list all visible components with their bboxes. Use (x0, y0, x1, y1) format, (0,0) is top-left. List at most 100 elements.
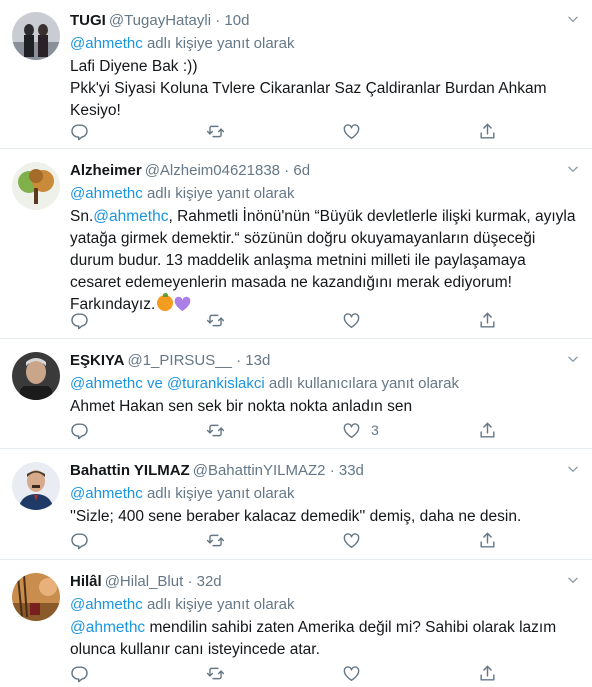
orange-emoji-icon (157, 293, 174, 311)
reply-label: adlı kişiye yanıt olarak (146, 596, 295, 613)
reply-mention[interactable]: @ahmethc (70, 485, 143, 502)
reply-button[interactable] (70, 310, 89, 330)
reply-mention[interactable]: @ahmethc (70, 185, 143, 202)
share-button[interactable] (478, 530, 497, 550)
tweet-text: @ahmethc mendilin sahibi zaten Amerika d… (70, 617, 580, 661)
reply-context: @ahmethc ve @turankislakci adlı kullanıc… (70, 373, 580, 395)
display-name[interactable]: EŞKIYA (70, 352, 124, 369)
like-button[interactable] (342, 663, 371, 683)
display-name[interactable]: Alzheimer (70, 162, 142, 179)
tweet-header: Alzheimer @Alzheim04621838 · 6d (70, 160, 580, 182)
reply-context: @ahmethc adlı kişiye yanıt olarak (70, 594, 580, 616)
tweet-text-prefix: Sn. (70, 208, 94, 225)
timestamp[interactable]: · 6d (284, 162, 310, 179)
tweet-actions: 3 (70, 420, 500, 440)
reply-icon (70, 122, 89, 141)
tweet-tugi[interactable]: TUGI @TugayHatayli · 10d @ahmethc adlı ki… (0, 0, 592, 149)
tweet-text: Lafi Diyene Bak :)) Pkk'yi Siyasi Koluna… (70, 56, 580, 122)
tweet-text: ''Sizle; 400 sene beraber kalacaz demedi… (70, 506, 580, 528)
tweet-header: TUGI @TugayHatayli · 10d (70, 10, 580, 32)
retweet-icon (206, 122, 225, 141)
reply-label: adlı kişiye yanıt olarak (146, 35, 295, 52)
body-mention[interactable]: @ahmethc (70, 619, 145, 636)
retweet-button[interactable] (206, 310, 225, 330)
reply-icon (70, 531, 89, 550)
avatar[interactable] (12, 462, 60, 510)
reply-label: adlı kullanıcılara yanıt olarak (268, 375, 459, 392)
reply-and: ve (146, 375, 163, 392)
reply-mention[interactable]: @ahmethc (70, 35, 143, 52)
share-button[interactable] (478, 663, 497, 683)
reply-mention-2[interactable]: @turankislakci (167, 375, 265, 392)
handle[interactable]: @TugayHatayli (109, 12, 211, 29)
avatar[interactable] (12, 352, 60, 400)
like-button[interactable] (342, 310, 371, 330)
share-button[interactable] (478, 310, 497, 330)
tweet-line: Pkk'yi Siyasi Koluna Tvlere Cikaranlar S… (70, 80, 547, 119)
tweet-eskiya[interactable]: EŞKIYA @1_PIRSUS__ · 13d @ahmethc ve @tur… (0, 340, 592, 449)
reply-context: @ahmethc adlı kişiye yanıt olarak (70, 483, 580, 505)
reply-label: adlı kişiye yanıt olarak (146, 185, 295, 202)
retweet-button[interactable] (206, 121, 225, 141)
avatar[interactable] (12, 573, 60, 621)
chevron-down-icon[interactable] (566, 573, 580, 587)
chevron-down-icon[interactable] (566, 352, 580, 366)
reply-button[interactable] (70, 530, 89, 550)
tweet-alzheimer[interactable]: Alzheimer @Alzheim04621838 · 6d @ahmethc … (0, 150, 592, 339)
tweet-bahattin[interactable]: Bahattin YILMAZ @BahattinYILMAZ2 · 33d @a… (0, 450, 592, 560)
reply-button[interactable] (70, 663, 89, 683)
reply-context: @ahmethc adlı kişiye yanıt olarak (70, 33, 580, 55)
reply-mention[interactable]: @ahmethc (70, 375, 143, 392)
like-count: 3 (371, 422, 379, 438)
handle[interactable]: @1_PIRSUS__ (127, 352, 231, 369)
chevron-down-icon[interactable] (566, 162, 580, 176)
timestamp[interactable]: · 10d (215, 12, 249, 29)
reply-icon (70, 421, 89, 440)
reply-context: @ahmethc adlı kişiye yanıt olarak (70, 183, 580, 205)
like-button[interactable] (342, 530, 371, 550)
share-button[interactable] (478, 420, 497, 440)
handle[interactable]: @Alzheim04621838 (145, 162, 280, 179)
chevron-down-icon[interactable] (566, 462, 580, 476)
body-mention[interactable]: @ahmethc (93, 208, 168, 225)
retweet-button[interactable] (206, 420, 225, 440)
handle[interactable]: @Hilal_Blut (105, 573, 184, 590)
tweet-text: Sn.@ahmethc, Rahmetli İnönü'nün “Büyük d… (70, 206, 580, 316)
reply-mention[interactable]: @ahmethc (70, 596, 143, 613)
heart-icon (342, 531, 361, 550)
tweet-actions (70, 310, 500, 330)
share-button[interactable] (478, 121, 497, 141)
tweet-line: ''Sizle; 400 sene beraber kalacaz demedi… (70, 508, 522, 525)
like-button[interactable] (342, 121, 371, 141)
reply-icon (70, 311, 89, 330)
like-button[interactable]: 3 (342, 420, 379, 440)
heart-icon (342, 664, 361, 683)
reply-label: adlı kişiye yanıt olarak (146, 485, 295, 502)
timestamp[interactable]: · 33d (330, 462, 364, 479)
retweet-icon (206, 421, 225, 440)
tweet-actions (70, 530, 500, 550)
timestamp[interactable]: · 32d (187, 573, 221, 590)
heart-icon (342, 122, 361, 141)
reply-icon (70, 664, 89, 683)
reply-button[interactable] (70, 420, 89, 440)
handle[interactable]: @BahattinYILMAZ2 (193, 462, 326, 479)
heart-icon (342, 421, 361, 440)
display-name[interactable]: Bahattin YILMAZ (70, 462, 190, 479)
tweet-header: EŞKIYA @1_PIRSUS__ · 13d (70, 350, 580, 372)
chevron-down-icon[interactable] (566, 12, 580, 26)
retweet-icon (206, 664, 225, 683)
reply-button[interactable] (70, 121, 89, 141)
avatar[interactable] (12, 162, 60, 210)
display-name[interactable]: TUGI (70, 12, 106, 29)
tweet-header: Bahattin YILMAZ @BahattinYILMAZ2 · 33d (70, 460, 580, 482)
share-icon (478, 122, 497, 141)
avatar[interactable] (12, 12, 60, 60)
display-name[interactable]: Hilâl (70, 573, 102, 590)
retweet-button[interactable] (206, 530, 225, 550)
share-icon (478, 311, 497, 330)
retweet-button[interactable] (206, 663, 225, 683)
timestamp[interactable]: · 13d (236, 352, 270, 369)
tweet-hilal[interactable]: Hilâl @Hilal_Blut · 32d @ahmethc adlı kiş… (0, 561, 592, 687)
tweet-actions (70, 663, 500, 683)
